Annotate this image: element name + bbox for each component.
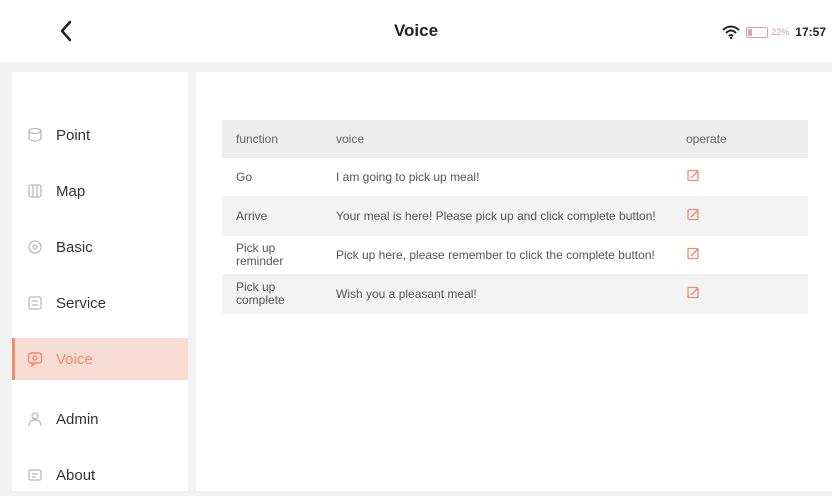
- sidebar-item-label: Service: [56, 294, 107, 312]
- point-icon: [26, 126, 44, 144]
- cell-voice: Wish you a pleasant meal!: [336, 286, 477, 301]
- battery-indicator: 22%: [746, 26, 790, 38]
- cell-voice: Your meal is here! Please pick up and cl…: [336, 208, 656, 223]
- page-title: Voice: [393, 21, 439, 40]
- cell-function: Go: [236, 169, 253, 184]
- sidebar-item-label: Point: [56, 126, 91, 144]
- cell-operate: [678, 286, 808, 303]
- battery-icon: [746, 26, 769, 38]
- top-bar: Voice 22% 17:57: [0, 0, 832, 62]
- sidebar-item-about[interactable]: About: [12, 454, 188, 496]
- status-bar: 22% 17:57: [722, 22, 826, 42]
- cell-operate: [678, 247, 808, 264]
- sidebar-item-admin[interactable]: Admin: [12, 398, 188, 440]
- wifi-icon: [722, 25, 740, 39]
- sidebar-item-label: Voice: [56, 350, 93, 368]
- cell-function: Pick up reminder: [236, 241, 284, 268]
- voice-icon: [26, 350, 44, 368]
- battery-text: 22%: [771, 27, 790, 37]
- table-row: Arrive Your meal is here! Please pick up…: [222, 197, 808, 236]
- column-header-operate: operate: [686, 132, 727, 146]
- cell-function: Arrive: [236, 208, 268, 223]
- edit-icon[interactable]: [686, 208, 700, 222]
- chevron-left-icon: [60, 20, 72, 42]
- sidebar: Point Map Basic Service Voice Admin Abou…: [12, 72, 188, 491]
- cell-voice: Pick up here, please remember to click t…: [336, 247, 655, 262]
- battery-fill: [748, 28, 753, 36]
- service-icon: [26, 294, 44, 312]
- cell-function: Pick up complete: [236, 280, 285, 307]
- sidebar-item-map[interactable]: Map: [12, 170, 188, 212]
- sidebar-item-label: Admin: [56, 410, 99, 428]
- admin-icon: [26, 410, 44, 428]
- main-panel: function voice operate Go I am going to …: [196, 72, 832, 491]
- sidebar-item-label: Map: [56, 182, 86, 200]
- basic-settings-icon: [26, 238, 44, 256]
- sidebar-item-service[interactable]: Service: [12, 282, 188, 324]
- voice-table: function voice operate Go I am going to …: [222, 120, 808, 314]
- table-row: Pick up complete Wish you a pleasant mea…: [222, 275, 808, 314]
- edit-icon[interactable]: [686, 247, 700, 261]
- column-header-function: function: [236, 131, 279, 146]
- sidebar-item-label: Basic: [56, 238, 93, 256]
- sidebar-item-basic[interactable]: Basic: [12, 226, 188, 268]
- clock: 17:57: [795, 25, 826, 39]
- cell-voice: I am going to pick up meal!: [336, 169, 480, 184]
- edit-icon[interactable]: [686, 169, 700, 183]
- cell-operate: [678, 169, 808, 186]
- edit-icon[interactable]: [686, 286, 700, 300]
- back-button[interactable]: [52, 16, 80, 46]
- sidebar-item-point[interactable]: Point: [12, 114, 188, 156]
- sidebar-item-voice[interactable]: Voice: [12, 338, 188, 380]
- table-row: Pick up reminder Pick up here, please re…: [222, 236, 808, 275]
- table-header: function voice operate: [222, 120, 808, 158]
- column-header-voice: voice: [336, 131, 365, 146]
- sidebar-item-label: About: [56, 466, 96, 484]
- table-row: Go I am going to pick up meal!: [222, 158, 808, 197]
- map-icon: [26, 182, 44, 200]
- about-icon: [26, 466, 44, 484]
- cell-operate: [678, 208, 808, 225]
